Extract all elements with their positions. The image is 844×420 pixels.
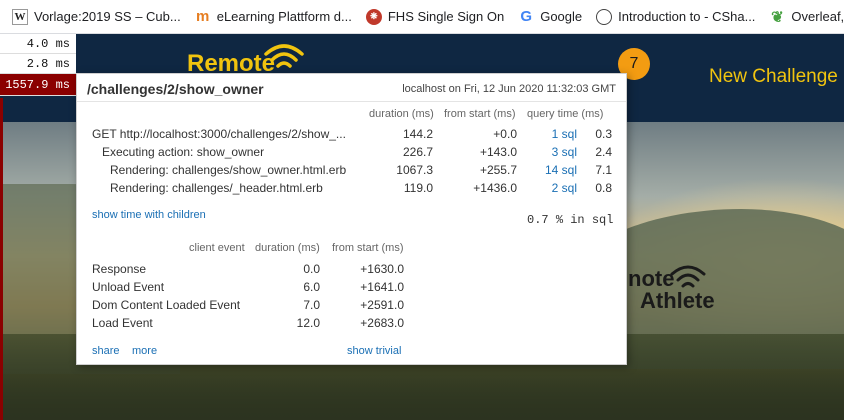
sql-link[interactable]: 14 sql bbox=[527, 163, 577, 177]
timing-duration: 1067.3 bbox=[396, 163, 433, 177]
hero-wifi-icon bbox=[670, 265, 706, 288]
bookmark-label: Overleaf, Online LaTeX... bbox=[791, 9, 844, 24]
timing-query-time: 0.8 bbox=[595, 181, 612, 195]
wikipedia-icon: W bbox=[12, 8, 28, 25]
bookmark-label: eLearning Plattform d... bbox=[216, 9, 352, 24]
timing-query-time: 0.3 bbox=[595, 127, 612, 141]
sql-percentage: 0.7 % in sql bbox=[527, 213, 613, 227]
bookmark-label: FHS Single Sign On bbox=[387, 9, 505, 24]
header-client-event: client event bbox=[189, 242, 245, 254]
timing-name: Rendering: challenges/_header.html.erb bbox=[110, 181, 323, 195]
profiler-tab-active[interactable]: 1557.9 ms bbox=[0, 74, 76, 96]
header-query-time: query time (ms) bbox=[527, 108, 604, 120]
client-event-name: Unload Event bbox=[92, 280, 165, 294]
sql-percentage-value: 0.7 bbox=[527, 213, 549, 227]
header-client-from-start: from start (ms) bbox=[332, 242, 404, 254]
bookmark-label: Vorlage:2019 SS – Cub... bbox=[34, 9, 181, 24]
timing-from-start: +0.0 bbox=[493, 127, 517, 141]
profiler-tab[interactable]: 4.0 ms bbox=[0, 34, 76, 54]
timing-duration: 226.7 bbox=[402, 145, 433, 159]
bookmark-csharp[interactable]: Introduction to - CSha... bbox=[596, 8, 756, 25]
show-time-with-children-link[interactable]: show time with children bbox=[92, 209, 206, 221]
request-name: /challenges/2/show_owner bbox=[87, 81, 264, 97]
timing-name: GET http://localhost:3000/challenges/2/s… bbox=[92, 127, 346, 141]
hero-logo-bottom: Athlete bbox=[640, 288, 715, 313]
fhs-icon: ❋ bbox=[365, 8, 382, 25]
header-duration: duration (ms) bbox=[369, 108, 434, 120]
bookmark-fhs-sso[interactable]: ❋ FHS Single Sign On bbox=[365, 8, 505, 25]
timing-duration: 144.2 bbox=[402, 127, 433, 141]
bookmark-label: Google bbox=[540, 9, 583, 24]
timing-from-start: +143.0 bbox=[479, 145, 517, 159]
nav-new-challenge[interactable]: New Challenge bbox=[709, 66, 838, 88]
timing-name: Rendering: challenges/show_owner.html.er… bbox=[110, 163, 347, 177]
client-event-from-start: +1630.0 bbox=[360, 262, 404, 276]
profiler-indicator-line bbox=[0, 98, 3, 420]
profiler-tabs: 4.0 ms 2.8 ms 1557.9 ms bbox=[0, 34, 76, 96]
timing-duration: 119.0 bbox=[403, 181, 433, 195]
header-from-start: from start (ms) bbox=[444, 108, 516, 120]
timing-query-time: 2.4 bbox=[595, 145, 612, 159]
bookmark-wikipedia[interactable]: W Vorlage:2019 SS – Cub... bbox=[12, 8, 181, 25]
client-event-from-start: +2591.0 bbox=[360, 298, 404, 312]
share-link[interactable]: share bbox=[92, 345, 120, 357]
timing-query-time: 7.1 bbox=[595, 163, 612, 177]
sql-link[interactable]: 1 sql bbox=[527, 127, 577, 141]
sql-link[interactable]: 2 sql bbox=[527, 181, 577, 195]
more-link[interactable]: more bbox=[132, 345, 157, 357]
timing-name: Executing action: show_owner bbox=[102, 145, 265, 159]
client-event-duration: 0.0 bbox=[303, 262, 320, 276]
bookmarks-bar: W Vorlage:2019 SS – Cub... m eLearning P… bbox=[0, 0, 844, 34]
client-event-duration: 12.0 bbox=[296, 316, 320, 330]
google-icon: G bbox=[520, 8, 533, 25]
header-client-duration: duration (ms) bbox=[255, 242, 320, 254]
popup-header: /challenges/2/show_owner localhost on Fr… bbox=[77, 74, 626, 102]
globe-icon bbox=[596, 8, 613, 25]
overleaf-icon: ❦ bbox=[771, 8, 784, 26]
moodle-icon: m bbox=[196, 8, 210, 25]
client-event-from-start: +1641.0 bbox=[360, 280, 404, 294]
wifi-icon bbox=[264, 44, 304, 68]
bookmark-google[interactable]: G Google bbox=[518, 8, 583, 25]
timing-from-start: +255.7 bbox=[479, 163, 517, 177]
client-event-duration: 6.0 bbox=[303, 280, 320, 294]
client-event-duration: 7.0 bbox=[303, 298, 320, 312]
server-info: localhost on Fri, 12 Jun 2020 11:32:03 G… bbox=[402, 83, 616, 95]
bookmark-label: Introduction to - CSha... bbox=[618, 9, 756, 24]
timing-from-start: +1436.0 bbox=[473, 181, 517, 195]
sql-link[interactable]: 3 sql bbox=[527, 145, 577, 159]
show-trivial-link[interactable]: show trivial bbox=[347, 345, 401, 357]
client-event-name: Load Event bbox=[92, 316, 153, 330]
profiler-popup: /challenges/2/show_owner localhost on Fr… bbox=[76, 73, 627, 365]
sql-percentage-label: % in sql bbox=[555, 213, 614, 227]
bookmark-overleaf[interactable]: ❦ Overleaf, Online LaTeX... bbox=[769, 8, 844, 26]
client-event-from-start: +2683.0 bbox=[360, 316, 404, 330]
client-event-name: Response bbox=[92, 262, 147, 276]
client-event-name: Dom Content Loaded Event bbox=[92, 298, 241, 312]
profiler-tab[interactable]: 2.8 ms bbox=[0, 54, 76, 74]
bookmark-elearning[interactable]: m eLearning Plattform d... bbox=[195, 8, 352, 25]
